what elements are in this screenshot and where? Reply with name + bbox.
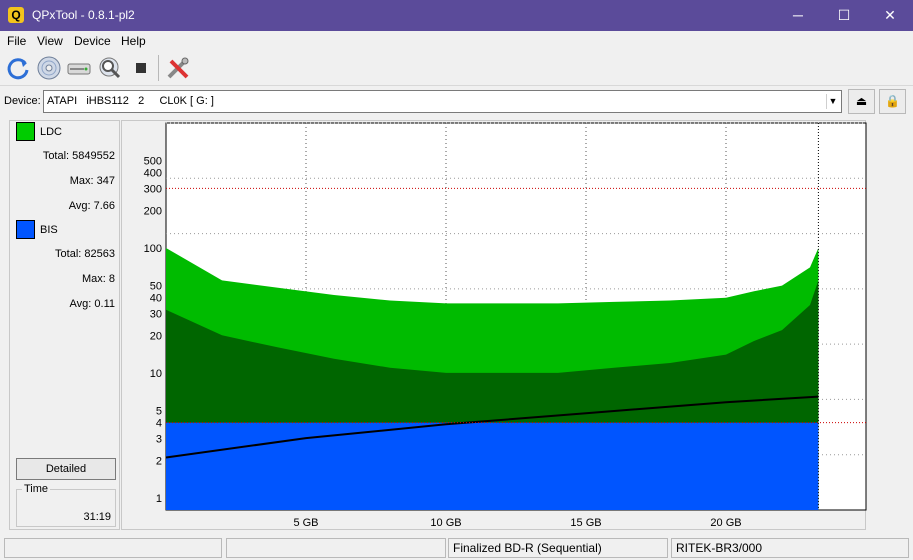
- x-tick-label: 15 GB: [570, 517, 601, 529]
- menu-device[interactable]: Device: [74, 34, 111, 48]
- minimize-button[interactable]: ─: [775, 0, 821, 31]
- time-label: Time: [22, 483, 51, 495]
- y-left-tick-label: 200: [144, 205, 162, 217]
- y-left-tick-label: 1: [156, 493, 162, 505]
- time-box: Time 31:19: [16, 483, 116, 527]
- y-left-tick-label: 10: [150, 368, 162, 380]
- device-select-value: ATAPI iHBS112 2 CL0K [ G: ]: [47, 95, 214, 107]
- y-left-tick-label: 30: [150, 308, 162, 320]
- chevron-down-icon[interactable]: ▼: [826, 94, 839, 109]
- y-left-tick-label: 40: [150, 293, 162, 305]
- refresh-icon[interactable]: [5, 55, 31, 81]
- y-left-tick-label: 50: [150, 281, 162, 293]
- status-bar: Finalized BD-R (Sequential) RITEK-BR3/00…: [0, 536, 913, 560]
- status-disc-type: Finalized BD-R (Sequential): [448, 538, 668, 558]
- eject-button[interactable]: ⏏: [848, 89, 875, 114]
- ldc-bis-chart: 1234510203040501002003004005002468101214…: [144, 118, 883, 529]
- y-left-tick-label: 5: [156, 406, 162, 418]
- toolbar-separator: [158, 55, 159, 81]
- app-icon: Q: [8, 7, 24, 23]
- y-left-tick-label: 300: [144, 183, 162, 195]
- bis-color-swatch: [16, 220, 35, 239]
- bis-label: BIS: [40, 224, 58, 236]
- device-bar: Device: ATAPI iHBS112 2 CL0K [ G: ] ▼ ⏏ …: [0, 88, 913, 116]
- ldc-avg: Avg: 7.66: [68, 200, 115, 212]
- bis-max: Max: 8: [81, 273, 115, 285]
- y-left-tick-label: 500: [144, 156, 162, 168]
- y-left-tick-label: 4: [156, 418, 162, 430]
- device-select[interactable]: ATAPI iHBS112 2 CL0K [ G: ] ▼: [43, 90, 842, 113]
- status-cell-1: [4, 538, 222, 558]
- chart-panel: 1234510203040501002003004005002468101214…: [121, 118, 883, 530]
- menu-bar: File View Device Help: [0, 31, 913, 51]
- settings-icon[interactable]: [165, 55, 191, 81]
- detailed-button[interactable]: Detailed: [16, 458, 116, 480]
- maximize-button[interactable]: ☐: [821, 0, 867, 31]
- y-left-tick-label: 2: [156, 455, 162, 467]
- bis-avg: Avg: 0.11: [69, 298, 115, 310]
- ldc-total: Total: 5849552: [42, 150, 115, 162]
- status-media-id: RITEK-BR3/000: [671, 538, 909, 558]
- stop-icon[interactable]: [128, 55, 154, 81]
- menu-file[interactable]: File: [7, 34, 26, 48]
- menu-help[interactable]: Help: [121, 34, 146, 48]
- disc-icon[interactable]: [36, 55, 62, 81]
- eject-icon: ⏏: [855, 94, 868, 108]
- time-value: 31:19: [83, 511, 111, 523]
- ldc-label: LDC: [40, 126, 63, 138]
- toolbar: [0, 51, 913, 86]
- y-left-tick-label: 20: [150, 330, 162, 342]
- title-bar: Q QPxTool - 0.8.1-pl2 ─ ☐ ✕: [0, 0, 913, 31]
- window-title: QPxTool - 0.8.1-pl2: [32, 8, 135, 22]
- bis-total: Total: 82563: [55, 248, 115, 260]
- menu-view[interactable]: View: [37, 34, 63, 48]
- scan-icon[interactable]: [97, 55, 123, 81]
- close-button[interactable]: ✕: [867, 0, 913, 31]
- device-label: Device:: [4, 95, 41, 107]
- stats-panel: LDC Total: 5849552 Max: 347 Avg: 7.66 BI…: [9, 120, 120, 530]
- lock-icon: 🔒: [885, 94, 900, 108]
- lock-button[interactable]: 🔒: [879, 89, 906, 114]
- series-area-bis: [166, 422, 819, 510]
- y-left-tick-label: 100: [144, 243, 162, 255]
- x-tick-label: 5 GB: [293, 517, 318, 529]
- drive-icon[interactable]: [66, 55, 92, 81]
- status-cell-2: [226, 538, 446, 558]
- x-tick-label: 20 GB: [710, 517, 741, 529]
- y-left-tick-label: 3: [156, 433, 162, 445]
- x-tick-label: 10 GB: [430, 517, 461, 529]
- ldc-max: Max: 347: [69, 175, 115, 187]
- ldc-color-swatch: [16, 122, 35, 141]
- y-left-tick-label: 400: [144, 168, 162, 180]
